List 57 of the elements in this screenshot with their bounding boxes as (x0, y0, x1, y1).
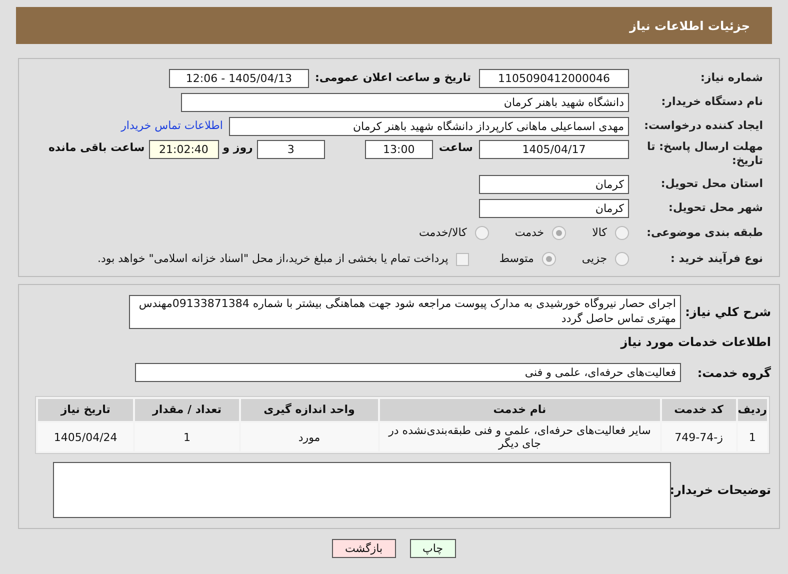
column-header: ردیف (738, 399, 767, 421)
column-header: تعداد / مقدار (135, 399, 239, 421)
table-cell: 1405/04/24 (38, 423, 134, 451)
text-field[interactable]: 13:00 (364, 140, 433, 159)
summary-textarea[interactable]: اجرای حصار نیروگاه خورشیدی به مدارک پیوست مراجعه شود جهت هماهنگی بیشتر با شماره 09133871384مهندس مهتری تماس حاصل گردد (129, 295, 681, 329)
remaining-label: ساعت باقی مانده (48, 140, 145, 156)
radio-label: کالا (592, 224, 607, 241)
section-title: اطلاعات خدمات مورد نياز (619, 334, 771, 351)
field-label: طبقه بندی موضوعی: (646, 226, 763, 240)
text-field[interactable]: کرمان (479, 198, 629, 218)
text-field[interactable]: مهدی اسماعیلی ماهانی کارپرداز دانشگاه شهید باهنر کرمان (229, 116, 629, 136)
field-label: استان محل تحویل: (660, 177, 763, 191)
radio-label: کالا/خدمت (419, 224, 467, 241)
notes-textarea[interactable] (53, 462, 671, 518)
checkbox[interactable] (456, 252, 470, 266)
field-label: شماره نیاز: (700, 71, 763, 85)
field-label: مهلت ارسال پاسخ: تا تاریخ: (646, 140, 763, 168)
payment-label: پرداخت تمام یا بخشی از مبلغ خرید،از محل "اسناد خزانه اسلامی" خواهد بود. (98, 250, 448, 267)
field-label: توضیحات خریدار: (671, 482, 771, 499)
text-field[interactable]: 21:02:40 (148, 140, 219, 159)
text-field[interactable]: 1105090412000046 (479, 68, 629, 88)
radio-button[interactable] (552, 226, 566, 240)
text-field[interactable]: 1405/04/13 - 12:06 (168, 68, 309, 88)
radio-label: خدمت (514, 224, 544, 241)
field-label: شهر محل تحویل: (668, 201, 763, 215)
radio-button[interactable] (474, 226, 489, 240)
table-cell: ز-74-749 (662, 423, 736, 451)
field-label: نام دستگاه خریدار: (660, 95, 763, 109)
text-field[interactable]: دانشگاه شهید باهنر کرمان (181, 92, 629, 112)
radio-button[interactable] (542, 252, 556, 266)
text-field[interactable]: فعالیت‌های حرفه‌ای، علمی و فنی (135, 363, 681, 382)
time-label: ساعت (438, 140, 473, 156)
radio-button[interactable] (615, 252, 629, 266)
field-label: تاریخ و ساعت اعلان عمومی: (314, 70, 471, 86)
field-label: گروه خدمت: (696, 364, 771, 382)
column-header: واحد اندازه گیری (240, 399, 378, 421)
field-label: نوع فرآیند خرید : (670, 252, 763, 266)
text-field[interactable]: 1405/04/17 (479, 140, 629, 159)
buyer-contact-link[interactable]: اطلاعات تماس خریدار (121, 118, 223, 134)
text-field[interactable]: 3 (256, 140, 325, 159)
radio-label: جزیی (582, 250, 607, 267)
page-title: جزئیات اطلاعات نیاز (629, 18, 750, 34)
days-label: روز و (222, 140, 253, 156)
table-cell: سایر فعالیت‌های حرفه‌ای، علمی و فنی طبقه‌بندی‌نشده در جای دیگر (380, 423, 660, 451)
table-cell: مورد (240, 423, 378, 451)
column-header: نام خدمت (380, 399, 660, 421)
column-header: تاریخ نیاز (38, 399, 134, 421)
radio-label: متوسط (499, 250, 534, 267)
text-field[interactable]: کرمان (479, 174, 629, 194)
radio-button[interactable] (615, 226, 629, 240)
action-button[interactable]: بازگشت (332, 539, 396, 558)
table-cell: 1 (738, 423, 767, 451)
action-button[interactable]: چاپ (410, 539, 456, 558)
table-cell: 1 (135, 423, 239, 451)
field-label: شرح کلي نياز: (684, 304, 771, 321)
field-label: ایجاد کننده درخواست: (643, 119, 763, 133)
column-header: کد خدمت (662, 399, 736, 421)
